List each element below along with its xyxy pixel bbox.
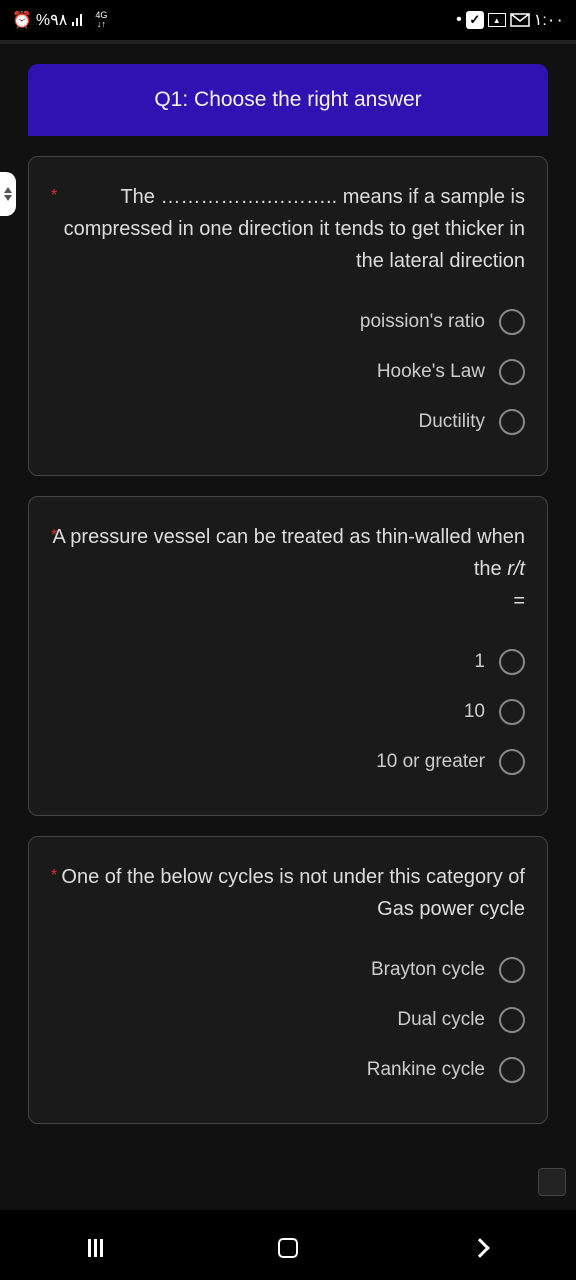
side-handle[interactable]	[0, 172, 16, 216]
question-1-text: * The …………….……….. means if a sample is c…	[51, 177, 525, 297]
q3-option-b[interactable]: Dual cycle	[51, 995, 525, 1045]
recents-button[interactable]	[1, 1239, 191, 1257]
question-card-1: * The …………….……….. means if a sample is c…	[28, 156, 548, 476]
signal-icon	[71, 13, 87, 27]
required-asterisk: *	[51, 523, 57, 549]
radio-icon[interactable]	[499, 699, 525, 725]
question-card-2: * A pressure vessel can be treated as th…	[28, 496, 548, 816]
quiz-header: Q1: Choose the right answer	[28, 64, 548, 136]
q3-option-c[interactable]: Rankine cycle	[51, 1045, 525, 1095]
question-card-3: * One of the below cycles is not under t…	[28, 836, 548, 1124]
q1-option-b[interactable]: Hooke's Law	[51, 347, 525, 397]
radio-icon[interactable]	[499, 409, 525, 435]
required-asterisk: *	[51, 183, 57, 209]
radio-icon[interactable]	[499, 649, 525, 675]
status-bar: ⏰ %٩٨ 4G ↓↑ • ✓ ▲ ١:٠٠	[0, 0, 576, 40]
battery-percent: %٩٨	[36, 10, 67, 30]
content-area: Q1: Choose the right answer * The …………….…	[0, 44, 576, 1210]
recents-icon	[88, 1239, 103, 1257]
mail-icon	[510, 13, 530, 27]
option-label: Ductility	[418, 411, 485, 433]
radio-icon[interactable]	[499, 1007, 525, 1033]
q3-option-a[interactable]: Brayton cycle	[51, 945, 525, 995]
quiz-title: Q1: Choose the right answer	[154, 88, 421, 111]
radio-icon[interactable]	[499, 1057, 525, 1083]
status-indicators-right: • ✓ ▲ ١:٠٠	[456, 10, 564, 30]
option-label: Brayton cycle	[371, 959, 485, 981]
alarm-icon: ⏰	[12, 10, 32, 30]
radio-icon[interactable]	[499, 957, 525, 983]
network-label: 4G ↓↑	[95, 11, 107, 29]
back-icon	[470, 1238, 490, 1258]
q2-option-b[interactable]: 10	[51, 687, 525, 737]
check-badge-icon: ✓	[466, 11, 484, 29]
back-button[interactable]	[385, 1241, 575, 1255]
floating-widget[interactable]	[538, 1168, 566, 1196]
dot-icon: •	[456, 11, 462, 29]
status-indicators-left: ⏰ %٩٨ 4G ↓↑	[12, 10, 107, 30]
option-label: Hooke's Law	[377, 361, 485, 383]
q2-option-a[interactable]: 1	[51, 637, 525, 687]
option-label: 10 or greater	[376, 751, 485, 773]
option-label: poission's ratio	[360, 311, 485, 333]
time-text: ١:٠٠	[534, 10, 564, 30]
required-asterisk: *	[51, 863, 57, 889]
radio-icon[interactable]	[499, 309, 525, 335]
q1-option-a[interactable]: poission's ratio	[51, 297, 525, 347]
option-label: 1	[474, 651, 485, 673]
option-label: Rankine cycle	[367, 1059, 485, 1081]
q2-option-c[interactable]: 10 or greater	[51, 737, 525, 787]
radio-icon[interactable]	[499, 749, 525, 775]
home-button[interactable]	[193, 1238, 383, 1258]
picture-icon: ▲	[488, 13, 506, 27]
question-2-text: * A pressure vessel can be treated as th…	[51, 517, 525, 637]
option-label: Dual cycle	[397, 1009, 485, 1031]
home-icon	[278, 1238, 298, 1258]
q1-option-c[interactable]: Ductility	[51, 397, 525, 447]
question-3-text: * One of the below cycles is not under t…	[51, 857, 525, 945]
system-nav-bar	[0, 1215, 576, 1280]
option-label: 10	[464, 701, 485, 723]
radio-icon[interactable]	[499, 359, 525, 385]
